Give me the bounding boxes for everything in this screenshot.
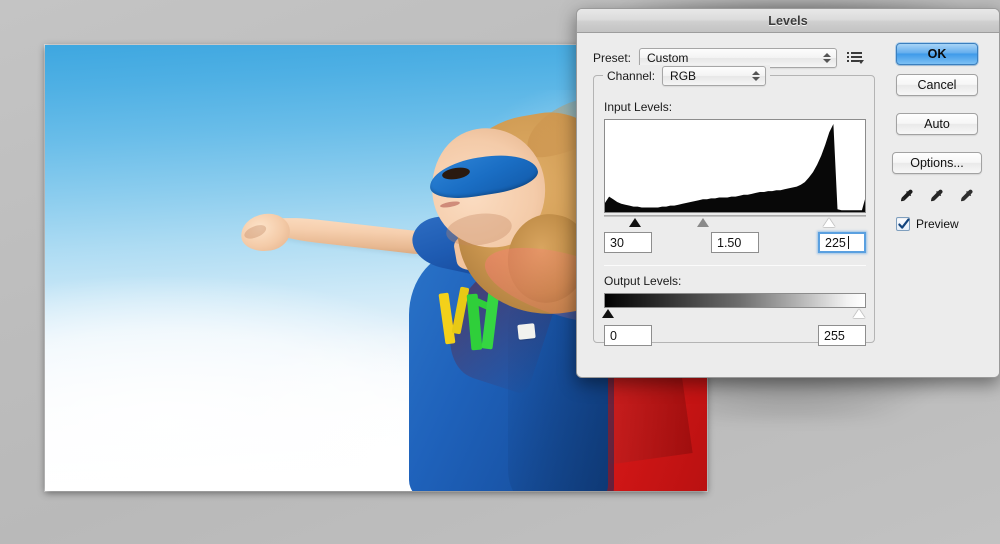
levels-dialog[interactable]: Levels Preset: Custom Channel: RGB Input… bbox=[576, 8, 1000, 378]
output-levels-label: Output Levels: bbox=[604, 274, 682, 288]
dialog-buttons-column: OK Cancel Auto Options... Preview bbox=[885, 43, 989, 231]
channel-label: Channel: bbox=[607, 69, 656, 83]
dialog-title: Levels bbox=[768, 13, 808, 28]
preview-row[interactable]: Preview bbox=[885, 217, 989, 231]
preset-value: Custom bbox=[647, 51, 689, 65]
gray-point-eyedropper-icon[interactable] bbox=[929, 188, 946, 205]
preset-options-menu-icon[interactable] bbox=[847, 50, 865, 66]
dialog-titlebar[interactable]: Levels bbox=[577, 9, 999, 33]
black-point-eyedropper-icon[interactable] bbox=[899, 188, 916, 205]
channel-value: RGB bbox=[670, 69, 697, 83]
highlight-input-field[interactable]: 225 bbox=[818, 232, 866, 253]
shadow-input-field[interactable]: 30 bbox=[604, 232, 652, 253]
output-high-value: 255 bbox=[824, 328, 845, 343]
output-black-slider-handle[interactable] bbox=[601, 309, 614, 318]
dialog-body: Preset: Custom Channel: RGB Input Levels… bbox=[577, 33, 999, 377]
highlight-input-value: 225 bbox=[825, 235, 846, 250]
options-button[interactable]: Options... bbox=[892, 152, 982, 174]
text-caret bbox=[847, 236, 849, 249]
section-divider bbox=[604, 265, 866, 266]
auto-button[interactable]: Auto bbox=[896, 113, 978, 135]
slider-ruler bbox=[604, 215, 866, 217]
input-levels-fields: 30 1.50 225 bbox=[604, 232, 866, 254]
chevron-updown-icon bbox=[751, 69, 760, 83]
input-levels-label: Input Levels: bbox=[604, 100, 673, 114]
chevron-updown-icon bbox=[822, 51, 831, 65]
histogram-plot bbox=[605, 124, 865, 212]
channel-row: Channel: RGB bbox=[603, 65, 771, 87]
output-low-value: 0 bbox=[610, 328, 617, 343]
channel-select[interactable]: RGB bbox=[662, 66, 767, 86]
output-high-field[interactable]: 255 bbox=[818, 325, 866, 346]
highlight-input-slider-handle[interactable] bbox=[823, 218, 836, 227]
midtone-input-slider-handle[interactable] bbox=[697, 218, 710, 227]
shirt-tag bbox=[517, 322, 537, 340]
output-levels-fields: 0 255 bbox=[604, 325, 866, 347]
preview-label: Preview bbox=[916, 217, 959, 231]
cancel-button[interactable]: Cancel bbox=[896, 74, 978, 96]
output-levels-gradient bbox=[604, 293, 866, 308]
channel-group: Channel: RGB Input Levels: 30 1.50 225 O… bbox=[593, 65, 875, 346]
input-levels-slider[interactable] bbox=[604, 215, 866, 229]
preset-label: Preset: bbox=[593, 51, 632, 65]
preview-checkbox[interactable] bbox=[896, 217, 910, 231]
levels-group-inner: Input Levels: 30 1.50 225 Output Levels:… bbox=[601, 98, 866, 347]
output-low-field[interactable]: 0 bbox=[604, 325, 652, 346]
shadow-input-slider-handle[interactable] bbox=[628, 218, 641, 227]
output-white-slider-handle[interactable] bbox=[853, 309, 866, 318]
output-levels-slider[interactable] bbox=[601, 309, 866, 322]
shadow-input-value: 30 bbox=[610, 235, 624, 250]
white-point-eyedropper-icon[interactable] bbox=[959, 188, 976, 205]
gamma-input-value: 1.50 bbox=[717, 235, 742, 250]
gamma-input-field[interactable]: 1.50 bbox=[711, 232, 759, 253]
histogram[interactable] bbox=[604, 119, 866, 213]
ok-button[interactable]: OK bbox=[896, 43, 978, 65]
eyedropper-tools bbox=[885, 188, 989, 205]
